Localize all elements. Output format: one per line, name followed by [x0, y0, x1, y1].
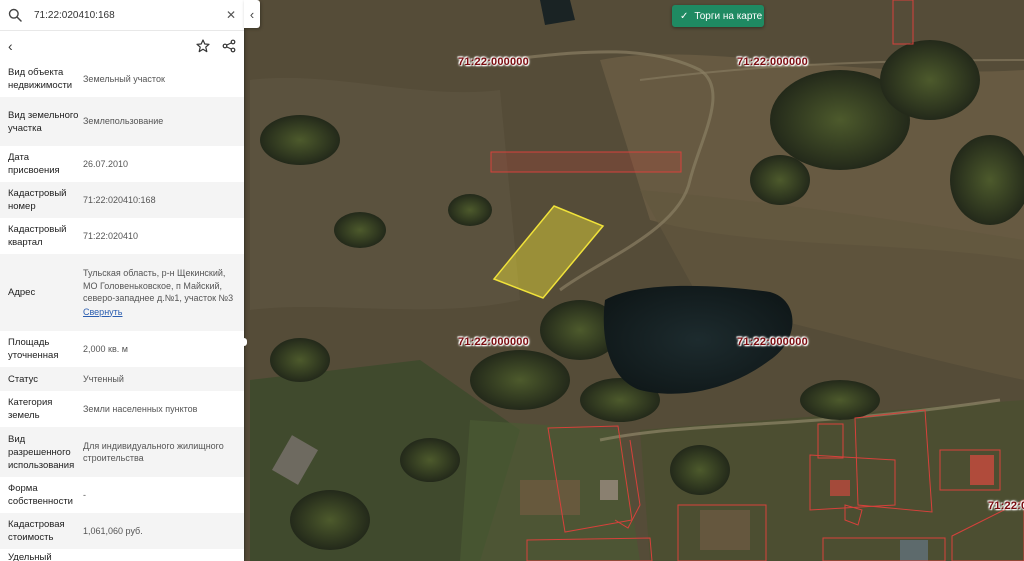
- property-label: Дата присвоения: [8, 152, 60, 176]
- panel-resize-handle[interactable]: [241, 338, 247, 346]
- property-row: Статус Учтенный: [0, 367, 244, 391]
- property-value: -: [83, 489, 86, 500]
- property-row: Кадастровая стоимость 1,061,060 руб.: [0, 513, 244, 549]
- property-value: 26.07.2010: [83, 158, 129, 169]
- property-value: Тульская область, р-н Щекинский, МО Голо…: [83, 267, 236, 318]
- collapse-address-link[interactable]: Свернуть: [83, 306, 236, 319]
- property-row: Категория земель Земли населенных пункто…: [0, 391, 244, 427]
- collapse-chevron-icon: ‹: [249, 6, 255, 22]
- info-panel: ✕ ‹ Вид объекта недвижимости Земельный у…: [0, 0, 244, 561]
- search-bar: ✕: [0, 0, 244, 31]
- back-arrow-icon[interactable]: ‹: [8, 38, 13, 54]
- property-value: Землепользование: [83, 116, 164, 127]
- cadastral-label: 71:22:000000: [458, 336, 529, 348]
- cadastral-label: 71:22:000000: [988, 500, 1024, 512]
- property-value: Для индивидуального жилищного строительс…: [83, 440, 224, 464]
- property-row: Кадастровый квартал 71:22:020410: [0, 218, 244, 254]
- collapse-panel-button[interactable]: ‹: [244, 0, 260, 28]
- search-input[interactable]: [32, 8, 222, 22]
- property-label: Статус: [8, 373, 39, 385]
- property-row: Дата присвоения 26.07.2010: [0, 146, 244, 182]
- property-value: 71:22:020410: [83, 230, 139, 241]
- property-label: Вид разрешенного использования: [8, 433, 75, 471]
- property-row: Кадастровый номер 71:22:020410:168: [0, 182, 244, 218]
- star-icon[interactable]: [196, 39, 210, 53]
- cadastral-label: 71:22:000000: [737, 56, 808, 68]
- property-label: Адрес: [8, 287, 36, 298]
- property-row: Удельный: [0, 549, 244, 561]
- property-value: Земли населенных пунктов: [83, 403, 198, 414]
- property-label: Вид объекта недвижимости: [8, 67, 73, 91]
- property-label: Форма собственности: [8, 483, 73, 507]
- auctions-on-map-button[interactable]: ✓ Торги на карте: [672, 5, 764, 27]
- search-icon[interactable]: [8, 8, 22, 22]
- property-row: Форма собственности -: [0, 477, 244, 513]
- property-value: 2,000 кв. м: [83, 343, 128, 354]
- property-label: Площадь уточненная: [8, 337, 59, 361]
- address-text: Тульская область, р-н Щекинский, МО Голо…: [83, 268, 234, 303]
- property-label: Вид земельного участка: [8, 109, 79, 134]
- check-icon: ✓: [680, 10, 689, 22]
- property-label: Кадастровый квартал: [8, 224, 67, 248]
- cadastral-label: 71:22:000000: [737, 336, 808, 348]
- close-icon[interactable]: ✕: [226, 8, 236, 22]
- property-row: Площадь уточненная 2,000 кв. м: [0, 331, 244, 367]
- property-value: 71:22:020410:168: [83, 194, 156, 205]
- property-row: Адрес Тульская область, р-н Щекинский, М…: [0, 254, 244, 331]
- property-row: Вид разрешенного использования Для индив…: [0, 427, 244, 477]
- property-label: Кадастровая стоимость: [8, 519, 65, 543]
- property-row: Вид объекта недвижимости Земельный участ…: [0, 61, 244, 97]
- property-value: 1,061,060 руб.: [83, 525, 143, 536]
- share-icon[interactable]: [222, 39, 236, 53]
- auctions-on-map-label: Торги на карте: [694, 10, 763, 22]
- property-value: Учтенный: [83, 373, 124, 384]
- cadastral-label: 71:22:000000: [458, 56, 529, 68]
- property-value: Земельный участок: [83, 73, 165, 84]
- property-row: Вид земельного участка Землепользование: [0, 97, 244, 146]
- property-label: Удельный: [8, 552, 52, 561]
- panel-header: ‹: [0, 31, 244, 61]
- property-label: Категория земель: [8, 397, 53, 421]
- property-label: Кадастровый номер: [8, 188, 67, 212]
